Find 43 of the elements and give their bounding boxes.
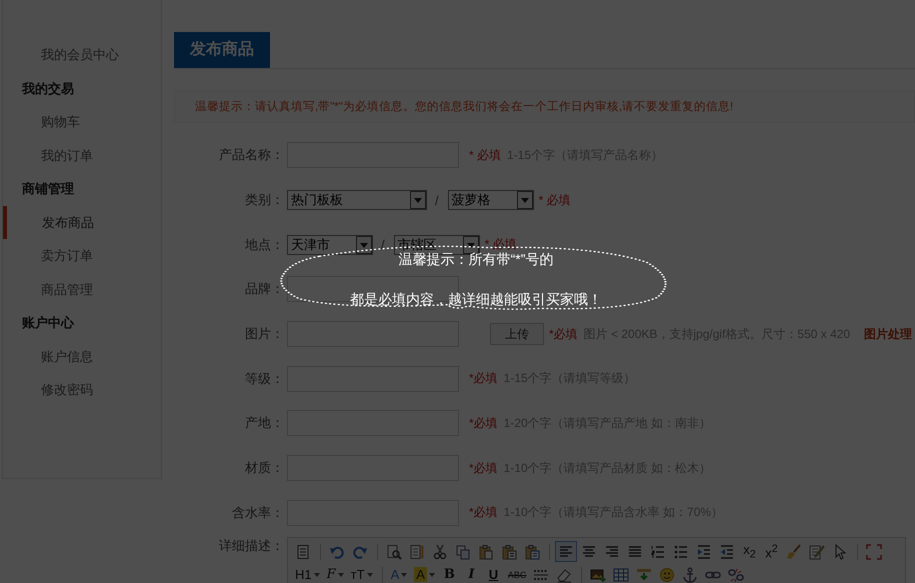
separator-text: / [435,192,439,208]
toolbar-button[interactable]: ABC [504,564,530,583]
field-label: 材质： [244,459,284,478]
image-edit-link[interactable]: 图片处理 [864,326,912,343]
field-label: 产地： [244,414,284,432]
field-label: 详细描述： [218,537,284,556]
field-label: 含水率： [231,504,284,522]
dropdown-field[interactable]: 菠萝格 [448,190,534,210]
sidebar-group-title: 账户中心 [21,314,76,332]
field-label: 类别： [244,191,284,210]
sidebar-group-title: 商铺管理 [21,180,75,198]
dropdown-field[interactable]: 天津市 [287,234,373,255]
dropdown-field[interactable]: 热门板板 [287,190,427,210]
rich-text-editor[interactable]: x$_{2}$ x$^{2}$ H1 F ᴛT A A B I U ABC [287,537,906,583]
required-mark: *必填 [469,370,498,388]
required-mark: * 必填 [469,146,502,164]
required-mark: *必填 [469,414,498,432]
toolbar-button[interactable]: U [482,564,504,583]
toolbar-button[interactable]: x$_{2}$ [739,541,760,562]
field-label: 地点： [244,236,284,254]
required-mark: *必填 [549,326,578,343]
toolbar-button[interactable]: ᴛT [348,564,376,583]
toolbar-button[interactable]: A [411,564,438,583]
toolbar-button[interactable]: x$^{2}$ [761,541,782,562]
page-tab[interactable]: 发布商品 [174,32,270,68]
toolbar-button[interactable]: I [460,564,482,583]
toolbar-button[interactable]: B [438,564,460,583]
field-label: 产品名称： [218,146,284,164]
field-label: 图片： [244,325,284,344]
sidebar-group-title: 我的交易 [20,80,75,98]
tip-text: 都是必填内容，越详细越能吸引买家哦！ [350,291,602,307]
toolbar-button[interactable]: H1 [292,564,323,583]
toolbar-button[interactable]: A [388,564,410,583]
required-mark: *必填 [469,504,498,522]
sidebar-item[interactable]: 发布商品 [3,206,161,239]
upload-button[interactable]: 上传 [490,323,544,346]
required-mark: * 必填 [538,192,571,209]
field-label: 品牌： [244,280,284,298]
required-mark: *必填 [469,460,498,477]
toolbar-button[interactable]: F [324,564,347,583]
field-label: 等级： [244,370,284,388]
separator-text: / [381,237,385,252]
notice-text: 温馨提示：请认真填写,带"*"为必填信息。您的信息我们将会在一个工作日内审核,请不要发重复的信息! [174,90,915,123]
